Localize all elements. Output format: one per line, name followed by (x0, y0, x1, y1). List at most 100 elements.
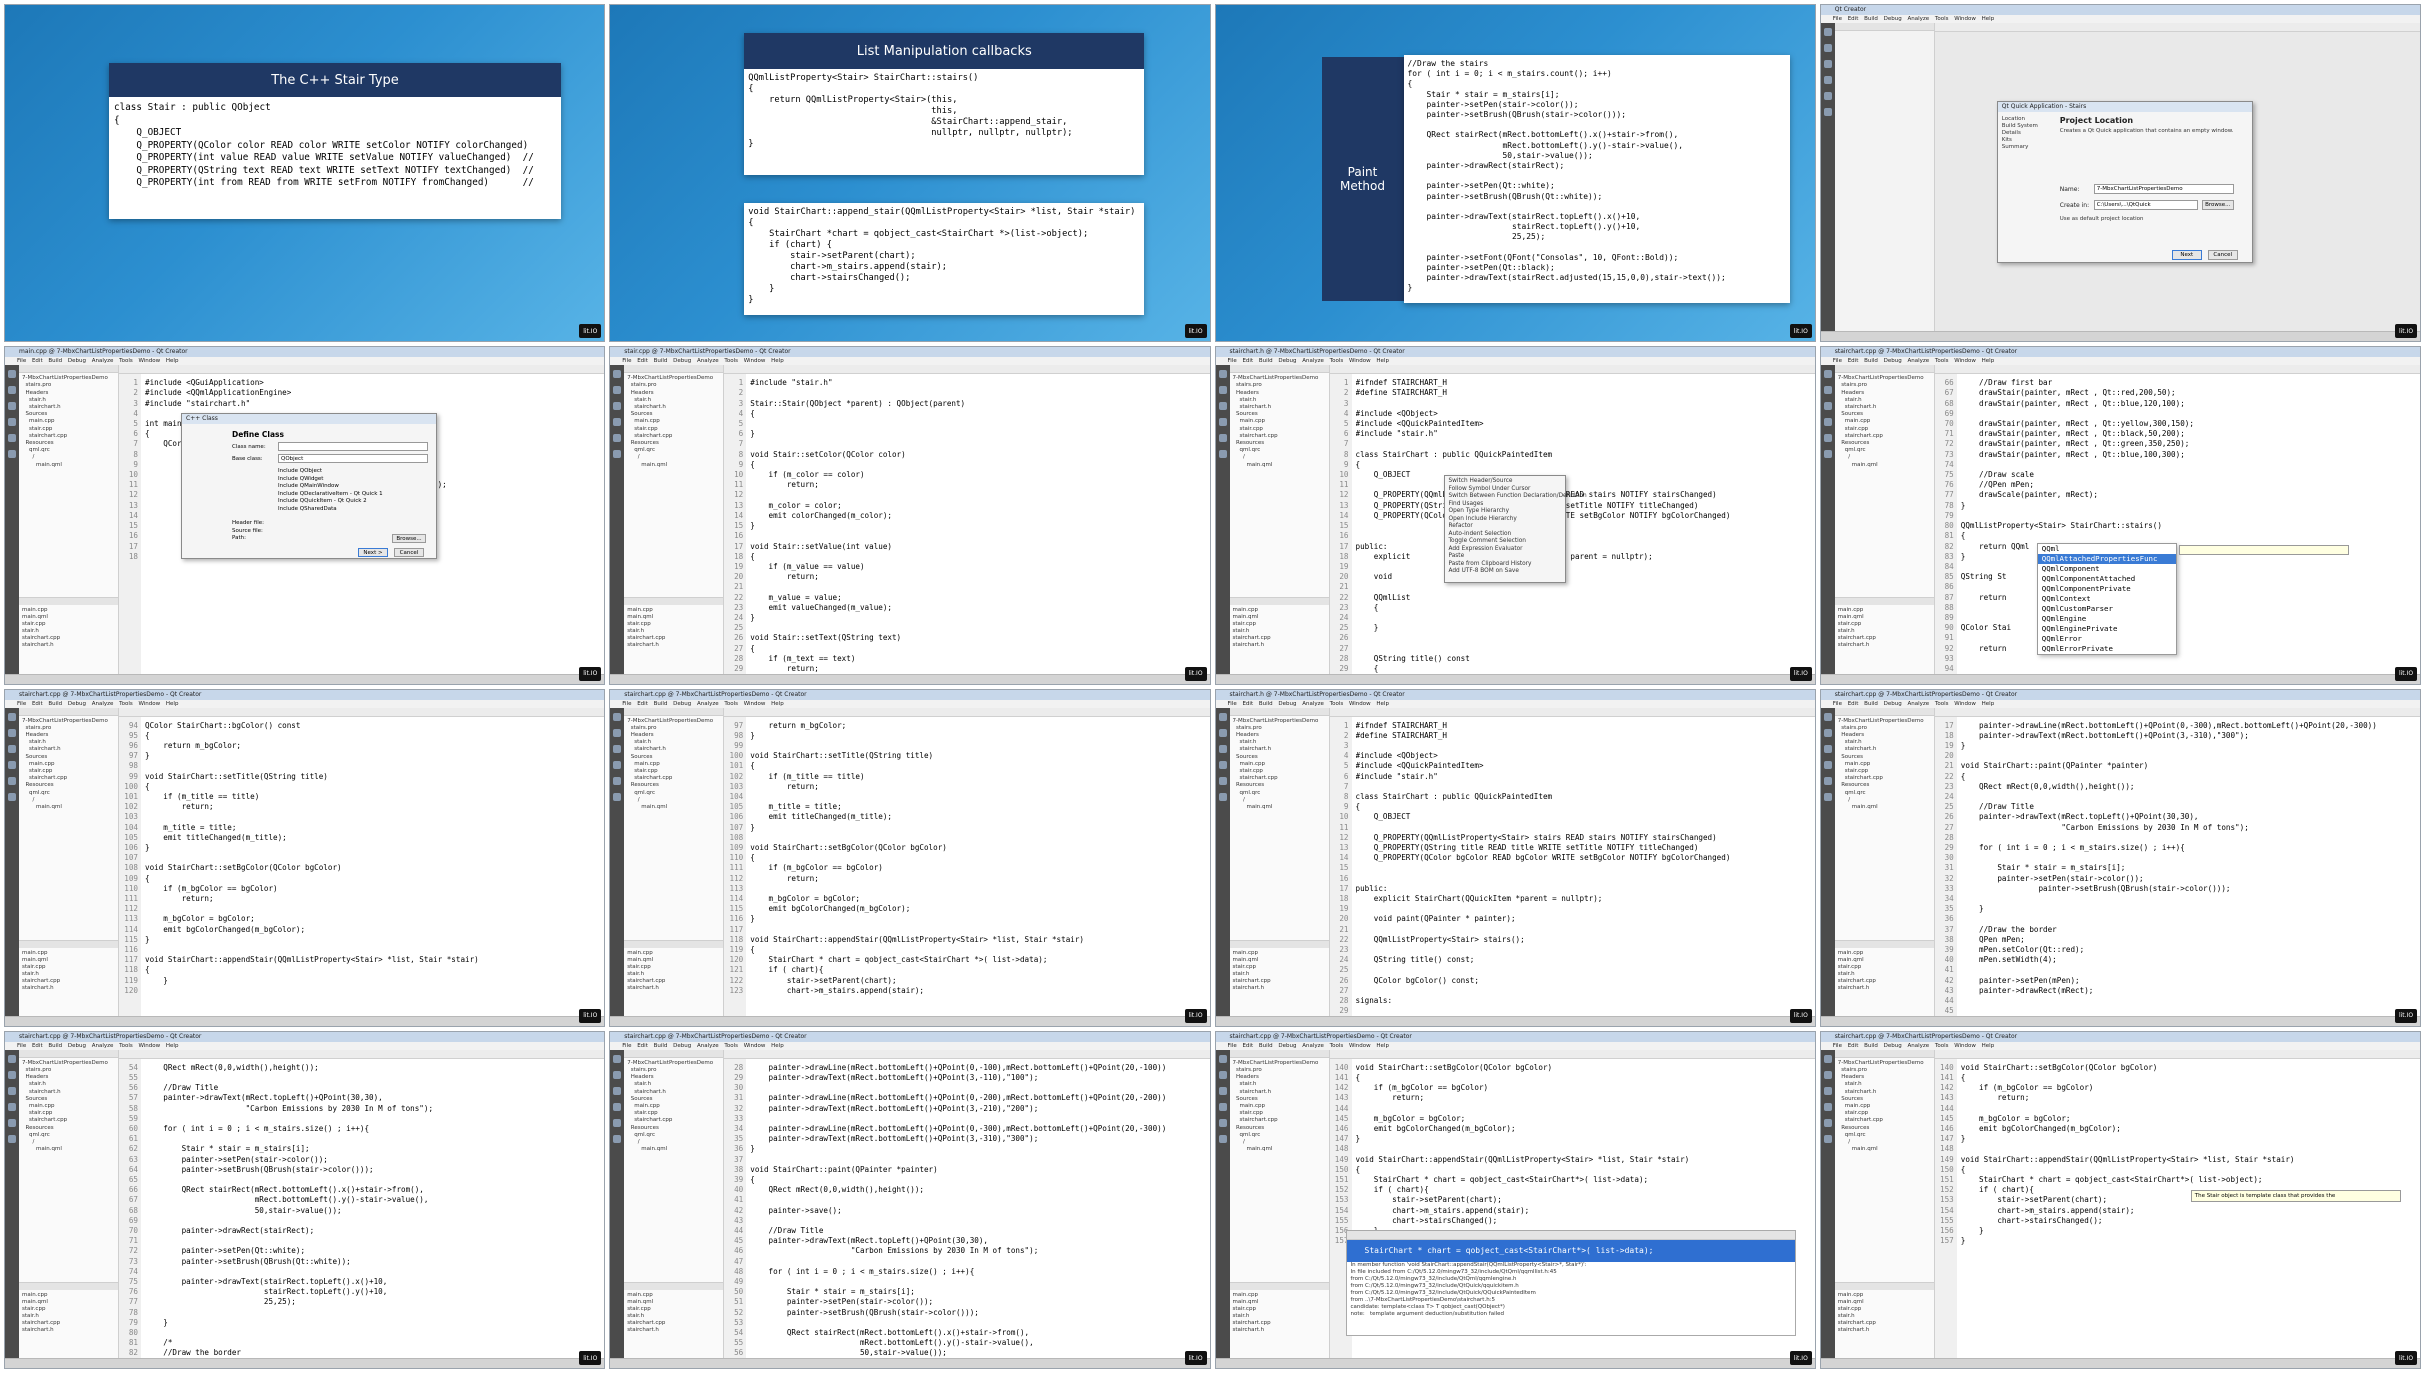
open-documents-list[interactable]: main.cpp main.qml stair.cpp stair.h stai… (19, 1291, 118, 1335)
mode-bar[interactable] (610, 1049, 625, 1358)
debug-icon[interactable] (8, 760, 16, 769)
source-code[interactable]: #ifndef STAIRCHART_H #define STAIRCHART_… (1356, 374, 1815, 673)
completion-item[interactable]: QQmlAttachedPropertiesFunc (2037, 554, 2176, 565)
help-icon[interactable] (1823, 792, 1832, 801)
open-documents-list[interactable]: main.cpp main.qml stair.cpp stair.h stai… (1230, 606, 1329, 650)
open-documents-list[interactable]: main.cpp main.qml stair.cpp stair.h stai… (19, 949, 118, 993)
project-tree[interactable]: 7-MbxChartListPropertiesDemo stairs.pro … (19, 1058, 118, 1156)
projects-icon[interactable] (1823, 776, 1832, 785)
help-icon[interactable] (613, 792, 622, 801)
code-editor[interactable]: 17 18 19 20 21 22 23 24 25 26 27 28 29 3… (1934, 707, 2420, 1016)
projects-icon[interactable] (1823, 434, 1832, 443)
project-tree[interactable]: 7-MbxChartListPropertiesDemo stairs.pro … (624, 1058, 723, 1156)
context-menu-item[interactable]: Auto-indent Selection (1445, 531, 1565, 539)
debug-icon[interactable] (8, 418, 16, 427)
mode-bar[interactable] (1215, 1049, 1230, 1358)
completion-item[interactable]: QQmlComponent (2038, 564, 2176, 574)
welcome-icon[interactable] (1823, 712, 1832, 721)
include-checkbox[interactable]: Include QObject (278, 468, 383, 476)
completion-item[interactable]: QQml (2038, 544, 2176, 554)
help-icon[interactable] (613, 450, 622, 459)
open-documents-list[interactable]: main.cpp main.qml stair.cpp stair.h stai… (624, 606, 723, 650)
design-icon[interactable] (1823, 60, 1832, 68)
debug-icon[interactable] (1823, 760, 1832, 769)
class-name-input[interactable] (278, 442, 428, 452)
context-menu-item[interactable]: Follow Symbol Under Cursor (1445, 486, 1565, 494)
debug-icon[interactable] (613, 418, 622, 427)
next-button[interactable]: Next > (358, 548, 388, 558)
help-icon[interactable] (1218, 792, 1227, 801)
welcome-icon[interactable] (8, 1054, 16, 1063)
open-documents-list[interactable]: main.cpp main.qml stair.cpp stair.h stai… (1835, 949, 1934, 993)
mode-bar[interactable] (1820, 707, 1835, 1016)
include-checkbox[interactable]: Include QSharedData (278, 506, 383, 514)
code-editor[interactable]: 97 98 99 100 101 102 103 104 105 106 107… (724, 707, 1210, 1016)
debug-icon[interactable] (1823, 418, 1832, 427)
context-menu-item[interactable]: Paste from Clipboard History (1445, 561, 1565, 569)
design-icon[interactable] (1218, 402, 1227, 411)
help-icon[interactable] (1218, 1134, 1227, 1143)
design-icon[interactable] (613, 1086, 622, 1095)
open-documents-list[interactable]: main.cpp main.qml stair.cpp stair.h stai… (624, 949, 723, 993)
mode-bar[interactable] (1215, 707, 1230, 1016)
menu-bar[interactable]: File Edit Build Debug Analyze Tools Wind… (1215, 1041, 1815, 1050)
browse-button[interactable]: Browse... (2201, 200, 2234, 210)
open-documents-list[interactable]: main.cpp main.qml stair.cpp stair.h stai… (1230, 949, 1329, 993)
completion-item[interactable]: QQmlCustomParser (2038, 604, 2176, 614)
context-menu-item[interactable]: Add Expression Evaluator (1445, 546, 1565, 554)
issue-line[interactable]: In file included from C:/Qt/5.12.0/mingw… (1347, 1269, 1795, 1276)
edit-icon[interactable] (1823, 728, 1832, 737)
welcome-icon[interactable] (1218, 1054, 1227, 1063)
projects-icon[interactable] (1218, 1118, 1227, 1127)
design-icon[interactable] (8, 1086, 16, 1095)
issue-line[interactable]: from ..\7-MbxChartListPropertiesDemo\sta… (1347, 1297, 1795, 1304)
completion-item[interactable]: QQmlComponentPrivate (2038, 584, 2176, 594)
create-in-input[interactable]: C:\Users\...\QtQuick (2093, 200, 2198, 210)
design-icon[interactable] (1218, 744, 1227, 753)
project-tree[interactable]: 7-MbxChartListPropertiesDemo stairs.pro … (1835, 1058, 1934, 1156)
code-editor[interactable]: 1 2 3 4 5 6 7 8 9 10 11 12 13 14 15 16 1… (724, 365, 1210, 683)
cancel-button[interactable]: Cancel (2207, 250, 2238, 260)
issue-line[interactable]: from C:/Qt/5.12.0/mingw73_32/include/QtQ… (1347, 1276, 1795, 1283)
source-code[interactable]: //Draw first bar drawStair(painter, mRec… (1961, 374, 2420, 673)
completion-item[interactable]: QQmlEngine (2038, 614, 2176, 624)
source-code[interactable]: #ifndef STAIRCHART_H #define STAIRCHART_… (1356, 717, 1815, 1016)
completion-item[interactable]: QQmlComponentAttached (2038, 574, 2176, 584)
menu-bar[interactable]: File Edit Build Debug Analyze Tools Wind… (1215, 357, 1815, 366)
help-icon[interactable] (1823, 108, 1832, 116)
source-code[interactable]: QRect mRect(0,0,width(),height()); //Dra… (145, 1059, 604, 1358)
projects-icon[interactable] (1218, 776, 1227, 785)
open-documents-list[interactable]: main.cpp main.qml stair.cpp stair.h stai… (1230, 1291, 1329, 1335)
mode-bar[interactable] (610, 365, 625, 674)
code-editor[interactable]: 28 29 30 31 32 33 34 35 36 37 38 39 40 4… (724, 1049, 1210, 1358)
debug-icon[interactable] (1218, 760, 1227, 769)
debug-icon[interactable] (1823, 1102, 1832, 1111)
include-checkboxes[interactable]: Include QObject Include QWidget Include QM… (278, 468, 383, 513)
edit-icon[interactable] (613, 386, 622, 395)
projects-icon[interactable] (613, 434, 622, 443)
open-documents-list[interactable]: main.cpp main.qml stair.cpp stair.h stai… (1835, 606, 1934, 650)
code-editor[interactable]: 140 141 142 143 144 145 146 147 148 149 … (1934, 1049, 2420, 1358)
source-code[interactable]: painter->drawLine(mRect.bottomLeft()+QPo… (1961, 717, 2420, 1016)
edit-icon[interactable] (1218, 728, 1227, 737)
design-icon[interactable] (8, 402, 16, 411)
edit-icon[interactable] (613, 1070, 622, 1079)
issue-line[interactable]: candidate: template<class T> T qobject_c… (1347, 1304, 1795, 1311)
help-icon[interactable] (8, 450, 16, 459)
menu-bar[interactable]: File Edit Build Debug Analyze Tools Wind… (1820, 699, 2420, 708)
debug-icon[interactable] (613, 1102, 622, 1111)
project-tree[interactable]: 7-MbxChartListPropertiesDemo stairs.pro … (1230, 1058, 1329, 1156)
design-icon[interactable] (1823, 744, 1832, 753)
issue-line[interactable]: note: template argument deduction/substi… (1347, 1311, 1795, 1318)
edit-icon[interactable] (8, 728, 16, 737)
project-tree[interactable]: 7-MbxChartListPropertiesDemo stairs.pro … (19, 373, 118, 471)
welcome-icon[interactable] (613, 712, 622, 721)
context-menu-item[interactable]: Paste (1445, 553, 1565, 561)
context-menu-item[interactable]: Find Usages (1445, 501, 1565, 509)
welcome-icon[interactable] (1823, 370, 1832, 379)
edit-icon[interactable] (8, 386, 16, 395)
selected-issue[interactable]: StairChart * chart = qobject_cast<StairC… (1346, 1239, 1795, 1262)
context-menu-item[interactable]: Refactor (1445, 523, 1565, 531)
debug-icon[interactable] (8, 1102, 16, 1111)
edit-icon[interactable] (1823, 44, 1832, 52)
